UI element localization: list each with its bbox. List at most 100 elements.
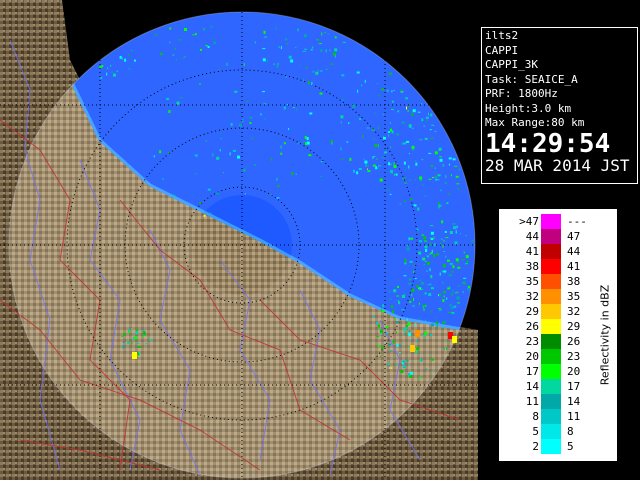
echo-pixel [184,56,186,58]
legend-swatch [541,214,561,229]
echo-pixel [404,168,406,171]
echo-pixel [418,287,420,291]
radar-id: ilts2 [485,29,519,42]
echo-pixel [406,106,407,110]
echo-pixel [434,151,438,155]
echo-pixel [346,141,349,143]
echo-pixel [389,350,393,352]
echo-pixel [376,83,378,85]
echo-pixel [382,304,385,308]
legend-lower-bound: 17 [525,365,539,378]
echo-pixel [443,295,445,298]
echo-pixel [429,253,431,255]
echo-pixel [441,238,443,240]
echo-pixel [465,255,469,259]
echo-pixel [430,285,431,287]
echo-pixel [396,343,399,347]
echo-pixel [462,290,464,293]
echo-pixel [290,59,294,63]
legend-upper-bound: 14 [567,395,581,408]
echo-pixel [401,143,405,145]
echo-pixel [449,262,453,265]
echo-pixel [377,144,379,146]
echo-pixel [382,114,384,116]
echo-pixel [341,74,345,77]
echo-pixel [456,291,459,293]
echo-pixel [423,240,427,242]
echo-pixel [428,293,432,296]
legend-swatch [541,379,561,394]
echo-pixel [389,193,392,195]
echo-pixel [403,161,406,165]
echo-pixel [391,109,394,110]
echo-pixel [408,237,410,241]
height-label: Height:3.0 km [485,101,572,115]
echo-pixel [395,363,397,367]
legend-row: 58 [505,424,595,439]
legend-lower-bound: 20 [525,350,539,363]
echo-pixel [414,351,418,353]
timestamp-time: 14:29:54 [485,128,611,159]
echo-pixel [304,48,307,50]
echo-pixel [376,336,380,338]
echo-pixel [377,344,380,347]
echo-pixel [415,160,417,164]
echo-pixel [331,141,333,145]
echo-pixel [397,285,399,288]
legend-upper-bound: 47 [567,230,581,243]
echo-pixel [175,58,177,61]
echo-pixel [444,231,447,233]
echo-pixel [106,72,108,76]
strong-echo-cell [132,352,137,359]
echo-pixel [421,376,423,378]
echo-pixel [426,119,428,122]
echo-pixel [410,198,413,201]
echo-pixel [230,123,233,126]
echo-pixel [380,332,382,335]
echo-pixel [397,299,399,302]
echo-pixel [341,158,344,160]
echo-pixel [378,324,381,328]
echo-pixel [378,126,379,129]
echo-pixel [435,321,438,325]
echo-pixel [466,261,469,263]
echo-pixel [203,27,205,31]
echo-pixel [423,258,426,260]
legend-swatch [541,244,561,259]
echo-pixel [300,64,302,66]
echo-pixel [430,237,432,240]
echo-pixel [437,324,438,328]
echo-pixel [404,262,407,265]
echo-pixel [396,133,400,136]
legend-upper-bound: 32 [567,305,581,318]
echo-pixel [334,36,337,39]
echo-pixel [119,55,122,59]
echo-pixel [433,243,436,247]
echo-pixel [199,202,202,204]
echo-pixel [122,345,125,349]
echo-pixel [404,200,407,202]
echo-pixel [416,339,418,343]
echo-pixel [445,175,447,179]
echo-pixel [401,295,405,298]
echo-pixel [312,70,314,73]
legend-row: 14 17 [505,379,595,394]
echo-pixel [381,310,385,313]
echo-pixel [127,341,130,345]
legend-lower-bound: 44 [525,230,539,243]
echo-pixel [372,164,376,167]
echo-pixel [463,277,467,279]
echo-pixel [420,281,424,285]
echo-pixel [292,107,295,109]
echo-pixel [194,154,198,157]
echo-pixel [431,371,434,372]
echo-pixel [213,37,215,39]
echo-pixel [442,244,444,248]
echo-pixel [324,32,326,34]
echo-pixel [251,137,253,140]
echo-pixel [419,240,422,243]
echo-pixel [457,302,460,304]
echo-pixel [320,175,323,177]
echo-pixel [137,345,141,348]
legend-upper-bound: 44 [567,245,581,258]
